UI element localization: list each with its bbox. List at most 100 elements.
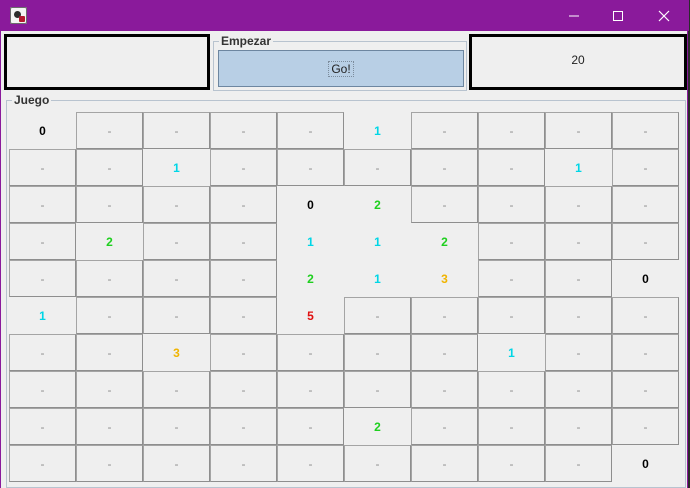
board-cell-hidden[interactable]: -: [143, 371, 210, 408]
board-cell-hidden[interactable]: -: [612, 408, 679, 445]
board-cell-hidden[interactable]: -: [411, 445, 478, 482]
board-cell-hidden[interactable]: -: [210, 223, 277, 260]
board-cell-hidden[interactable]: -: [411, 371, 478, 408]
board-cell-hidden[interactable]: -: [76, 149, 143, 186]
board-cell-hidden[interactable]: -: [612, 297, 679, 334]
board-cell-hidden[interactable]: -: [612, 186, 679, 223]
board-cell-hidden[interactable]: -: [277, 112, 344, 149]
board-cell-hidden[interactable]: -: [76, 445, 143, 482]
board-cell-revealed: 0: [612, 260, 679, 297]
board-cell-hidden[interactable]: -: [411, 334, 478, 371]
board-cell-hidden[interactable]: -: [612, 334, 679, 371]
board-cell-hidden[interactable]: -: [76, 260, 143, 297]
board-cell-hidden[interactable]: -: [76, 408, 143, 445]
board-cell-revealed: 3: [143, 334, 210, 371]
board-cell-revealed: 1: [344, 223, 411, 260]
board-cell-hidden[interactable]: -: [277, 445, 344, 482]
app-icon: [10, 7, 27, 24]
board-cell-hidden[interactable]: -: [545, 371, 612, 408]
board-cell-hidden[interactable]: -: [143, 186, 210, 223]
board-cell-hidden[interactable]: -: [545, 297, 612, 334]
board-cell-hidden[interactable]: -: [344, 149, 411, 186]
board-cell-hidden[interactable]: -: [210, 371, 277, 408]
board-cell-hidden[interactable]: -: [9, 408, 76, 445]
board-cell-hidden[interactable]: -: [143, 297, 210, 334]
board-cell-hidden[interactable]: -: [478, 408, 545, 445]
board-cell-hidden[interactable]: -: [612, 112, 679, 149]
board-cell-hidden[interactable]: -: [411, 186, 478, 223]
title-bar[interactable]: [1, 0, 689, 31]
board-cell-hidden[interactable]: -: [143, 445, 210, 482]
board-cell-hidden[interactable]: -: [210, 408, 277, 445]
left-status-panel: [4, 34, 210, 90]
board-cell-hidden[interactable]: -: [277, 371, 344, 408]
maximize-button[interactable]: [595, 0, 641, 31]
board-cell-hidden[interactable]: -: [478, 371, 545, 408]
board-cell-hidden[interactable]: -: [545, 334, 612, 371]
board-cell-hidden[interactable]: -: [478, 445, 545, 482]
go-button[interactable]: Go!: [218, 50, 464, 87]
board-cell-hidden[interactable]: -: [143, 112, 210, 149]
board-cell-revealed: 1: [344, 112, 411, 149]
empezar-title: Empezar: [219, 34, 274, 48]
board-cell-revealed: 0: [612, 445, 679, 482]
board-cell-hidden[interactable]: -: [478, 112, 545, 149]
board-cell-hidden[interactable]: -: [143, 223, 210, 260]
board-cell-hidden[interactable]: -: [344, 297, 411, 334]
board-cell-hidden[interactable]: -: [9, 149, 76, 186]
board-cell-hidden[interactable]: -: [76, 297, 143, 334]
board-cell-hidden[interactable]: -: [277, 408, 344, 445]
board-cell-revealed: 1: [143, 149, 210, 186]
board-cell-hidden[interactable]: -: [478, 260, 545, 297]
board-cell-hidden[interactable]: -: [545, 186, 612, 223]
board-cell-hidden[interactable]: -: [143, 260, 210, 297]
board-cell-revealed: 1: [344, 260, 411, 297]
board-cell-hidden[interactable]: -: [9, 334, 76, 371]
board-cell-hidden[interactable]: -: [210, 260, 277, 297]
board-cell-hidden[interactable]: -: [9, 223, 76, 260]
board-cell-hidden[interactable]: -: [277, 334, 344, 371]
board-cell-hidden[interactable]: -: [478, 297, 545, 334]
board-cell-hidden[interactable]: -: [344, 334, 411, 371]
board-cell-revealed: 2: [277, 260, 344, 297]
board-cell-hidden[interactable]: -: [411, 112, 478, 149]
board-cell-hidden[interactable]: -: [478, 223, 545, 260]
board-cell-hidden[interactable]: -: [9, 371, 76, 408]
board-cell-hidden[interactable]: -: [545, 408, 612, 445]
board-cell-hidden[interactable]: -: [210, 112, 277, 149]
board-cell-hidden[interactable]: -: [344, 445, 411, 482]
board-cell-hidden[interactable]: -: [210, 297, 277, 334]
board-cell-hidden[interactable]: -: [210, 334, 277, 371]
board-cell-hidden[interactable]: -: [76, 112, 143, 149]
board-cell-hidden[interactable]: -: [210, 149, 277, 186]
board-cell-hidden[interactable]: -: [210, 186, 277, 223]
board-cell-hidden[interactable]: -: [76, 334, 143, 371]
board-cell-hidden[interactable]: -: [344, 371, 411, 408]
close-icon: [658, 10, 670, 22]
board-cell-hidden[interactable]: -: [612, 149, 679, 186]
board-cell-hidden[interactable]: -: [545, 223, 612, 260]
board-cell-hidden[interactable]: -: [545, 112, 612, 149]
go-button-label: Go!: [328, 60, 354, 77]
board-cell-hidden[interactable]: -: [210, 445, 277, 482]
board-cell-hidden[interactable]: -: [9, 445, 76, 482]
board-cell-hidden[interactable]: -: [143, 408, 210, 445]
board-cell-hidden[interactable]: -: [545, 260, 612, 297]
board-cell-hidden[interactable]: -: [411, 408, 478, 445]
maximize-icon: [613, 11, 623, 21]
board-cell-hidden[interactable]: -: [277, 149, 344, 186]
board-cell-revealed: 1: [9, 297, 76, 334]
board-cell-hidden[interactable]: -: [478, 149, 545, 186]
board-cell-hidden[interactable]: -: [411, 297, 478, 334]
board-cell-hidden[interactable]: -: [478, 186, 545, 223]
close-button[interactable]: [641, 0, 687, 31]
board-cell-hidden[interactable]: -: [612, 223, 679, 260]
board-cell-hidden[interactable]: -: [9, 186, 76, 223]
minimize-button[interactable]: [551, 0, 597, 31]
board-cell-hidden[interactable]: -: [411, 149, 478, 186]
board-cell-hidden[interactable]: -: [76, 371, 143, 408]
board-cell-hidden[interactable]: -: [545, 445, 612, 482]
board-cell-hidden[interactable]: -: [9, 260, 76, 297]
board-cell-hidden[interactable]: -: [612, 371, 679, 408]
board-cell-hidden[interactable]: -: [76, 186, 143, 223]
